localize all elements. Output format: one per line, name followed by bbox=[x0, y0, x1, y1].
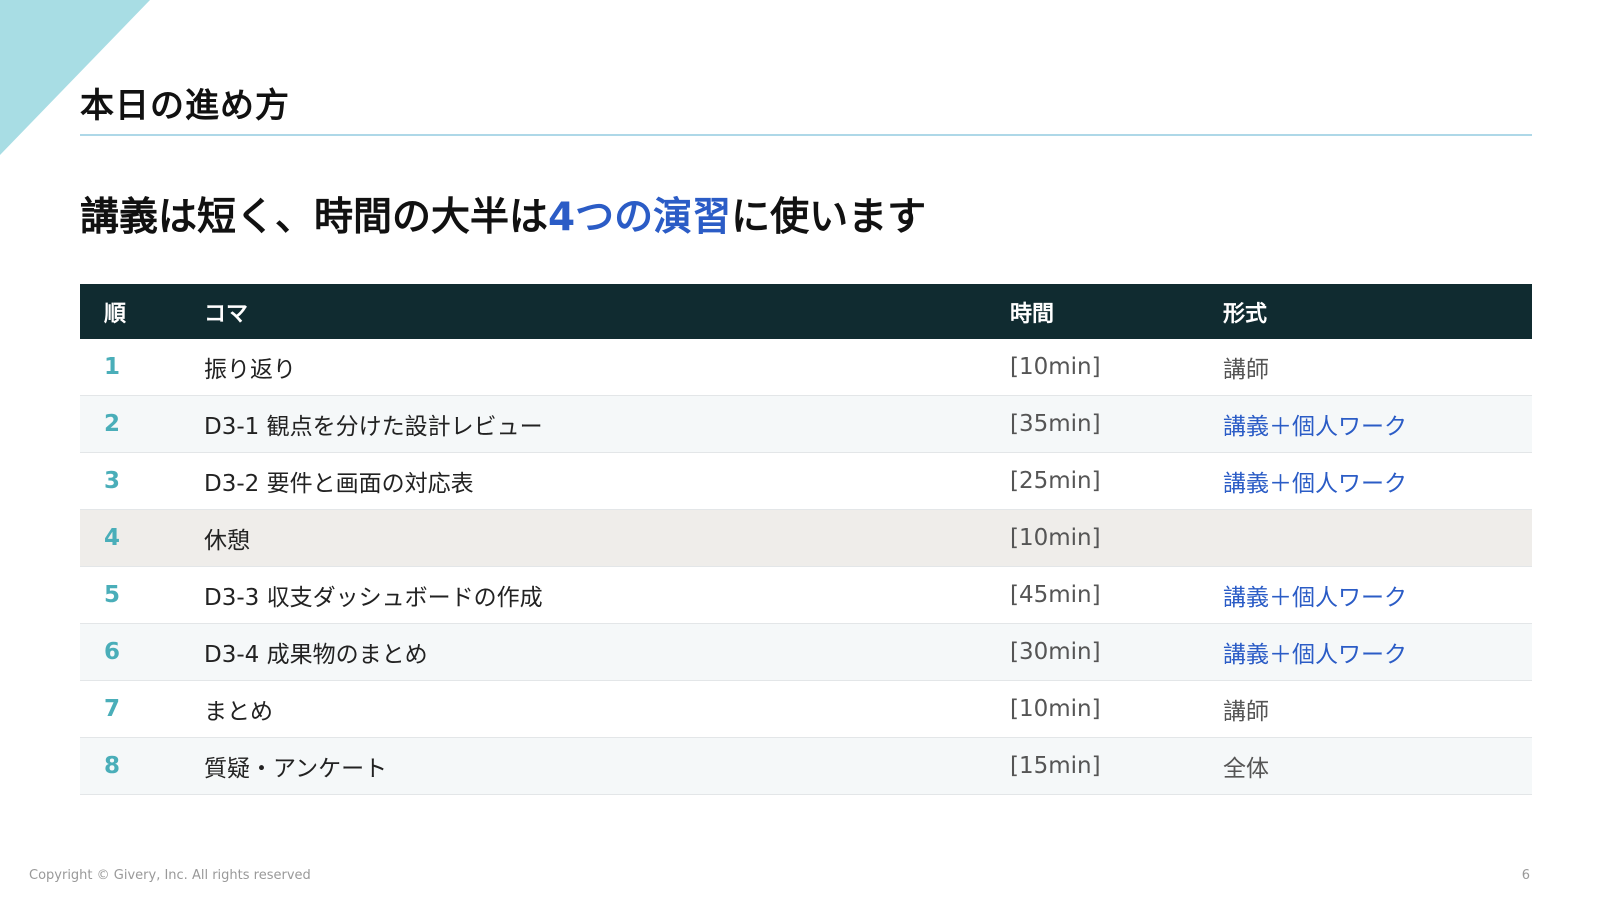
row-order: 6 bbox=[104, 639, 121, 665]
row-order: 3 bbox=[104, 468, 121, 494]
row-order: 4 bbox=[104, 525, 121, 551]
row-time: [45min] bbox=[1010, 582, 1101, 608]
row-format: 講師 bbox=[1223, 357, 1269, 383]
row-time: [10min] bbox=[1010, 525, 1101, 551]
row-title: 質疑・アンケート bbox=[204, 756, 388, 782]
table-row: 5 D3-3 収支ダッシュボードの作成 [45min] 講義＋個人ワーク bbox=[80, 567, 1532, 624]
row-format: 講義＋個人ワーク bbox=[1223, 585, 1407, 611]
header-order: 順 bbox=[104, 301, 127, 327]
row-order: 8 bbox=[104, 753, 121, 779]
table-row: 6 D3-4 成果物のまとめ [30min] 講義＋個人ワーク bbox=[80, 624, 1532, 681]
table-header: 順 コマ 時間 形式 bbox=[80, 284, 1532, 339]
row-title: D3-3 収支ダッシュボードの作成 bbox=[204, 585, 543, 611]
headline-post: に使います bbox=[731, 195, 927, 240]
row-time: [25min] bbox=[1010, 468, 1101, 494]
agenda-table: 順 コマ 時間 形式 1 振り返り [10min] 講師 2 D3-1 観点を分… bbox=[80, 284, 1532, 795]
row-order: 1 bbox=[104, 354, 121, 380]
table-row: 3 D3-2 要件と画面の対応表 [25min] 講義＋個人ワーク bbox=[80, 453, 1532, 510]
row-title: D3-4 成果物のまとめ bbox=[204, 642, 428, 668]
footer-copyright: Copyright © Givery, Inc. All rights rese… bbox=[29, 868, 311, 883]
table-row: 8 質疑・アンケート [15min] 全体 bbox=[80, 738, 1532, 795]
row-title: D3-1 観点を分けた設計レビュー bbox=[204, 414, 543, 440]
row-format: 講義＋個人ワーク bbox=[1223, 414, 1407, 440]
header-format: 形式 bbox=[1223, 301, 1268, 327]
table-row: 1 振り返り [10min] 講師 bbox=[80, 339, 1532, 396]
row-format: 講義＋個人ワーク bbox=[1223, 642, 1407, 668]
header-time: 時間 bbox=[1010, 301, 1055, 327]
row-title: D3-2 要件と画面の対応表 bbox=[204, 471, 474, 497]
row-order: 7 bbox=[104, 696, 121, 722]
headline: 講義は短く、時間の大半は4つの演習に使います bbox=[80, 186, 926, 242]
page-number: 6 bbox=[1521, 868, 1530, 883]
row-format: 全体 bbox=[1223, 756, 1269, 782]
row-order: 5 bbox=[104, 582, 121, 608]
page-title: 本日の進め方 bbox=[80, 86, 290, 126]
headline-highlight: 4つの演習 bbox=[548, 195, 732, 240]
row-format: 講師 bbox=[1223, 699, 1269, 725]
title-divider bbox=[80, 134, 1532, 136]
headline-pre: 講義は短く、時間の大半は bbox=[80, 195, 549, 240]
row-title: まとめ bbox=[204, 699, 273, 725]
header-title: コマ bbox=[204, 301, 249, 327]
row-time: [35min] bbox=[1010, 411, 1101, 437]
row-time: [15min] bbox=[1010, 753, 1101, 779]
table-row: 7 まとめ [10min] 講師 bbox=[80, 681, 1532, 738]
row-title: 振り返り bbox=[204, 357, 296, 383]
row-time: [30min] bbox=[1010, 639, 1101, 665]
row-title: 休憩 bbox=[204, 528, 250, 554]
row-format: 講義＋個人ワーク bbox=[1223, 471, 1407, 497]
table-row-break: 4 休憩 [10min] bbox=[80, 510, 1532, 567]
row-time: [10min] bbox=[1010, 354, 1101, 380]
row-time: [10min] bbox=[1010, 696, 1101, 722]
row-order: 2 bbox=[104, 411, 121, 437]
table-row: 2 D3-1 観点を分けた設計レビュー [35min] 講義＋個人ワーク bbox=[80, 396, 1532, 453]
